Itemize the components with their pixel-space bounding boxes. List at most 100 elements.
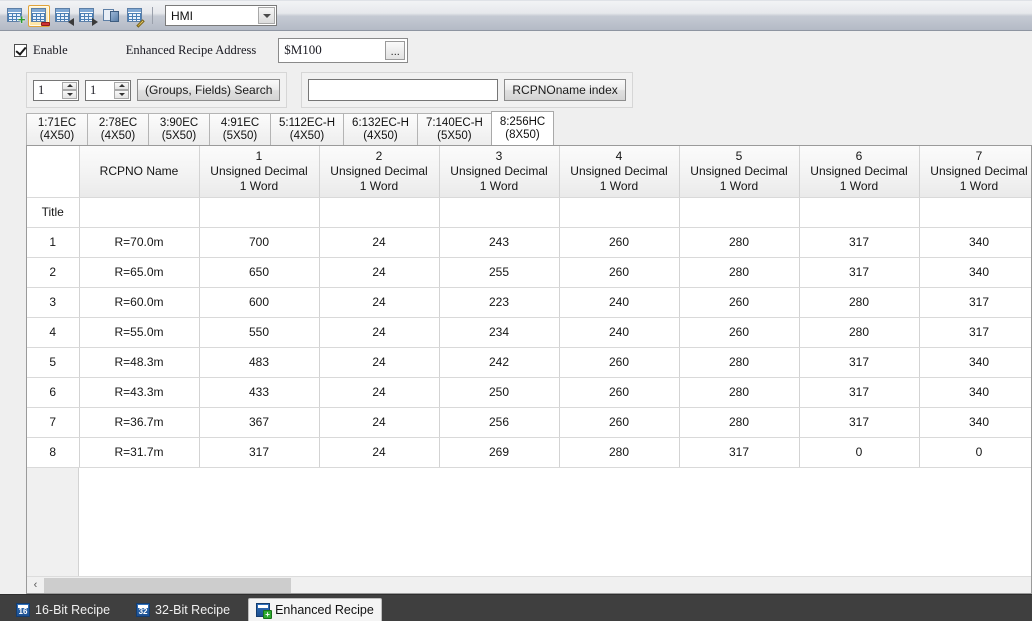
cell-r3-c1[interactable]: 600 xyxy=(199,287,320,318)
cell-r7-c2[interactable]: 24 xyxy=(319,407,440,438)
row-name-cell[interactable]: R=36.7m xyxy=(79,407,200,438)
bottom-tab-1[interactable]: 16 16-Bit Recipe xyxy=(8,599,118,621)
cell-r1-c3[interactable]: 243 xyxy=(439,227,560,258)
scroll-left-icon[interactable]: ‹ xyxy=(27,576,44,593)
column-header-rcpno-name[interactable]: RCPNO Name xyxy=(79,146,200,198)
recipe-tab-1[interactable]: 1:71EC (4X50) xyxy=(26,113,88,145)
edit-recipe-button[interactable] xyxy=(124,5,146,28)
title-row-cell-7[interactable] xyxy=(919,197,1031,228)
scrollbar-thumb[interactable] xyxy=(44,577,291,593)
cell-r7-c3[interactable]: 256 xyxy=(439,407,560,438)
cell-r6-c1[interactable]: 433 xyxy=(199,377,320,408)
title-row-cell-4[interactable] xyxy=(559,197,680,228)
cell-r5-c3[interactable]: 242 xyxy=(439,347,560,378)
title-row-cell-5[interactable] xyxy=(679,197,800,228)
cell-r4-c1[interactable]: 550 xyxy=(199,317,320,348)
recipe-tab-2[interactable]: 2:78EC (4X50) xyxy=(87,113,149,145)
cell-r2-c6[interactable]: 317 xyxy=(799,257,920,288)
copy-recipe-button[interactable] xyxy=(100,5,122,27)
cell-r7-c5[interactable]: 280 xyxy=(679,407,800,438)
cell-r8-c3[interactable]: 269 xyxy=(439,437,560,468)
add-recipe-button[interactable]: + xyxy=(4,5,26,27)
cell-r5-c5[interactable]: 280 xyxy=(679,347,800,378)
delete-recipe-button[interactable] xyxy=(28,4,50,27)
cell-r4-c7[interactable]: 317 xyxy=(919,317,1031,348)
cell-r5-c1[interactable]: 483 xyxy=(199,347,320,378)
field-spinner-down[interactable] xyxy=(114,90,129,99)
cell-r5-c4[interactable]: 260 xyxy=(559,347,680,378)
cell-r2-c1[interactable]: 650 xyxy=(199,257,320,288)
recipe-address-field[interactable]: $M100 ... xyxy=(278,37,409,63)
import-recipe-button[interactable] xyxy=(52,5,74,27)
cell-r4-c6[interactable]: 280 xyxy=(799,317,920,348)
cell-r6-c2[interactable]: 24 xyxy=(319,377,440,408)
row-name-cell[interactable]: R=65.0m xyxy=(79,257,200,288)
row-header-5[interactable]: 5 xyxy=(27,347,80,378)
recipe-address-browse-button[interactable]: ... xyxy=(385,40,406,60)
row-name-cell[interactable]: R=43.3m xyxy=(79,377,200,408)
cell-r8-c4[interactable]: 280 xyxy=(559,437,680,468)
cell-r5-c6[interactable]: 317 xyxy=(799,347,920,378)
cell-r8-c2[interactable]: 24 xyxy=(319,437,440,468)
row-header-2[interactable]: 2 xyxy=(27,257,80,288)
row-header-6[interactable]: 6 xyxy=(27,377,80,408)
row-header-8[interactable]: 8 xyxy=(27,437,80,468)
chevron-down-icon[interactable] xyxy=(258,7,275,24)
title-row-header[interactable]: Title xyxy=(27,197,80,228)
title-row-cell-3[interactable] xyxy=(439,197,560,228)
cell-r3-c3[interactable]: 223 xyxy=(439,287,560,318)
column-header-6[interactable]: 6 Unsigned Decimal 1 Word xyxy=(799,146,920,198)
cell-r6-c3[interactable]: 250 xyxy=(439,377,560,408)
cell-r3-c5[interactable]: 260 xyxy=(679,287,800,318)
cell-r5-c7[interactable]: 340 xyxy=(919,347,1031,378)
row-name-cell[interactable]: R=70.0m xyxy=(79,227,200,258)
field-spinner-up[interactable] xyxy=(114,81,129,90)
cell-r4-c3[interactable]: 234 xyxy=(439,317,560,348)
row-header-3[interactable]: 3 xyxy=(27,287,80,318)
title-row-name-cell[interactable] xyxy=(79,197,200,228)
rcpnoname-search-input[interactable] xyxy=(308,79,499,101)
cell-r2-c4[interactable]: 260 xyxy=(559,257,680,288)
cell-r5-c2[interactable]: 24 xyxy=(319,347,440,378)
title-row-cell-1[interactable] xyxy=(199,197,320,228)
row-header-1[interactable]: 1 xyxy=(27,227,80,258)
groups-fields-search-button[interactable]: (Groups, Fields) Search xyxy=(137,79,281,101)
cell-r8-c7[interactable]: 0 xyxy=(919,437,1031,468)
row-name-cell[interactable]: R=48.3m xyxy=(79,347,200,378)
cell-r1-c4[interactable]: 260 xyxy=(559,227,680,258)
cell-r6-c5[interactable]: 280 xyxy=(679,377,800,408)
row-header-7[interactable]: 7 xyxy=(27,407,80,438)
cell-r7-c4[interactable]: 260 xyxy=(559,407,680,438)
cell-r4-c5[interactable]: 260 xyxy=(679,317,800,348)
cell-r2-c3[interactable]: 255 xyxy=(439,257,560,288)
column-header-5[interactable]: 5 Unsigned Decimal 1 Word xyxy=(679,146,800,198)
cell-r6-c4[interactable]: 260 xyxy=(559,377,680,408)
cell-r8-c5[interactable]: 317 xyxy=(679,437,800,468)
cell-r2-c7[interactable]: 340 xyxy=(919,257,1031,288)
cell-r7-c6[interactable]: 317 xyxy=(799,407,920,438)
row-header-4[interactable]: 4 xyxy=(27,317,80,348)
cell-r3-c2[interactable]: 24 xyxy=(319,287,440,318)
scrollbar-track[interactable] xyxy=(44,576,1031,593)
rcpnoname-index-button[interactable]: RCPNOname index xyxy=(504,79,626,101)
recipe-tab-5[interactable]: 5:112EC-H (4X50) xyxy=(270,113,345,145)
cell-r7-c1[interactable]: 367 xyxy=(199,407,320,438)
cell-r6-c6[interactable]: 317 xyxy=(799,377,920,408)
cell-r4-c4[interactable]: 240 xyxy=(559,317,680,348)
title-row-cell-2[interactable] xyxy=(319,197,440,228)
group-spinner-buttons[interactable] xyxy=(62,81,77,99)
group-spinner-up[interactable] xyxy=(62,81,77,90)
grid-horizontal-scrollbar[interactable]: ‹ xyxy=(27,576,1031,593)
cell-r1-c6[interactable]: 317 xyxy=(799,227,920,258)
recipe-tab-6[interactable]: 6:132EC-H (4X50) xyxy=(343,113,418,145)
title-row-cell-6[interactable] xyxy=(799,197,920,228)
field-spinner-buttons[interactable] xyxy=(114,81,129,99)
device-combo[interactable]: HMI xyxy=(165,5,277,26)
recipe-tab-4[interactable]: 4:91EC (5X50) xyxy=(209,113,271,145)
cell-r8-c6[interactable]: 0 xyxy=(799,437,920,468)
cell-r1-c7[interactable]: 340 xyxy=(919,227,1031,258)
cell-r2-c5[interactable]: 280 xyxy=(679,257,800,288)
row-name-cell[interactable]: R=55.0m xyxy=(79,317,200,348)
enable-checkbox[interactable] xyxy=(14,43,27,57)
column-header-2[interactable]: 2 Unsigned Decimal 1 Word xyxy=(319,146,440,198)
